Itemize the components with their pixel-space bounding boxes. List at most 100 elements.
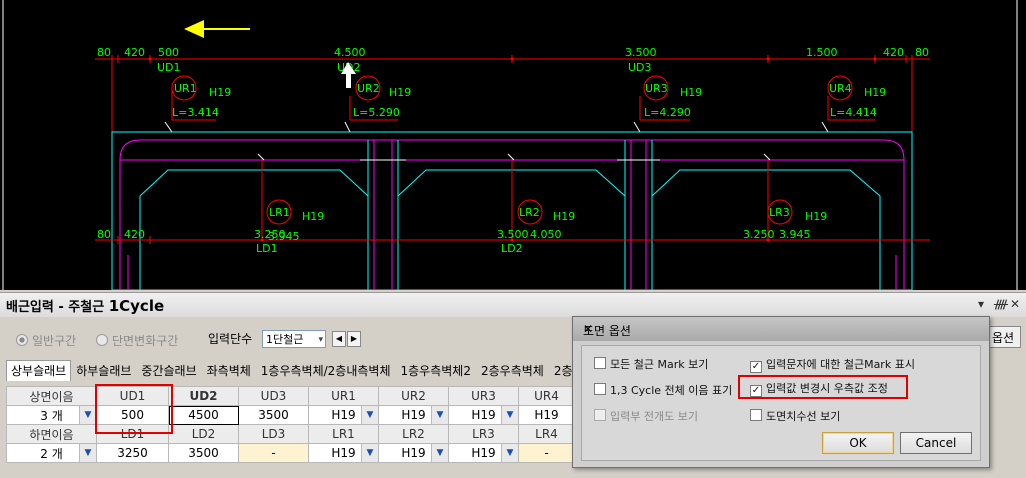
chevron-down-icon[interactable]: ▼: [361, 406, 378, 424]
close-icon[interactable]: ✕: [583, 322, 981, 336]
grid-header-cell: LD3: [238, 424, 309, 444]
cancel-button-label: Cancel: [915, 436, 957, 450]
ok-button[interactable]: OK: [822, 432, 894, 454]
lower-mark-bar: H19: [302, 210, 324, 223]
tab-1f-right-wall-2[interactable]: 1층우측벽체2: [396, 360, 476, 382]
ur1-select[interactable]: H19 ▼: [308, 405, 379, 425]
ur4-select[interactable]: H19: [518, 405, 575, 425]
joint-count-select[interactable]: 3 개 ▼: [6, 405, 97, 425]
chevron-down-icon[interactable]: ▼: [501, 406, 518, 424]
tab-lower-slab[interactable]: 하부슬래브: [71, 360, 136, 382]
radio-general-label: 일반구간: [32, 334, 77, 348]
checkbox-input-text-mark[interactable]: ✓ 입력문자에 대한 철근Mark 표시: [750, 356, 915, 373]
upper-mark-label: UR3: [645, 82, 668, 95]
tab-left-wall[interactable]: 좌측벽체: [202, 360, 256, 382]
grid-header-cell: UR2: [378, 386, 449, 406]
grid-header-cell: 하면이음: [6, 424, 97, 444]
panel-title-prefix: 배근입력 - 주철근: [6, 300, 105, 315]
radio-selected-icon: [16, 334, 28, 346]
bottom-zone-ld2: LD2: [501, 242, 523, 255]
member-tabs: 상부슬래브 하부슬래브 중간슬래브 좌측벽체 1층우측벽체/2층내측벽체 1층우측벽체2 2…: [6, 360, 606, 382]
tab-1f-right-wall[interactable]: 1층우측벽체/2층내측벽체: [256, 360, 396, 382]
cad-drawing-canvas: 80 420 500 4.500 3.500 1.500 420 80 UD1 …: [2, 0, 1018, 290]
dialog-body: 모든 철근 Mark 보기 ✓ 입력문자에 대한 철근Mark 표시 1,3 Cy…: [581, 345, 981, 461]
cancel-button[interactable]: Cancel: [900, 432, 972, 454]
bottom-zone-ld1: LD1: [256, 242, 278, 255]
ud1-cell[interactable]: 500: [96, 405, 169, 425]
grid-header-cell: LD1: [96, 424, 169, 444]
count-select[interactable]: 1단철근 ▾: [262, 330, 326, 348]
top-zone-ud3: UD3: [628, 61, 652, 74]
grid-header-cell: LR2: [378, 424, 449, 444]
lower-joint-count-select[interactable]: 2 개 ▼: [6, 443, 97, 463]
checkbox-dim-lines[interactable]: 도면치수선 보기: [750, 408, 840, 424]
chevron-down-icon[interactable]: ▼: [431, 444, 448, 462]
count-select-value: 1단철근: [266, 333, 304, 346]
ld1-cell[interactable]: 3250: [96, 443, 169, 463]
spin-right-button[interactable]: ▶: [347, 331, 361, 347]
tab-middle-slab[interactable]: 중간슬래브: [136, 360, 201, 382]
checkbox-cycle-joint[interactable]: 1,3 Cycle 전체 이음 표기: [594, 382, 732, 398]
ld3-cell[interactable]: -: [238, 443, 309, 463]
option-button[interactable]: 옵션: [985, 326, 1021, 348]
close-icon[interactable]: ✕: [1010, 297, 1020, 311]
pin-icon[interactable]: ᚎ: [994, 297, 1008, 311]
dialog-title-bar[interactable]: 도면 옵션 ✕: [573, 317, 989, 341]
radio-unselected-icon: [96, 334, 108, 346]
upper-mark-bar: H19: [680, 86, 702, 99]
spin-left-button[interactable]: ◀: [332, 331, 346, 347]
ld2-cell[interactable]: 3500: [168, 443, 239, 463]
bottom-dim-6: 3.250: [743, 228, 775, 241]
chevron-down-icon[interactable]: ▼: [79, 444, 96, 462]
top-dim-1: 80: [97, 46, 111, 59]
tab-upper-slab[interactable]: 상부슬래브: [6, 360, 72, 381]
radio-general-section[interactable]: 일반구간: [16, 332, 76, 349]
checkbox-all-marks-label: 모든 철근 Mark 보기: [610, 358, 709, 371]
checkbox-icon: [594, 409, 606, 421]
checkbox-adjust-right[interactable]: ✓ 입력값 변경시 우측값 조정: [750, 380, 888, 397]
grid-header-cell: LD2: [168, 424, 239, 444]
chevron-down-icon[interactable]: ▼: [361, 444, 378, 462]
checkbox-all-marks[interactable]: 모든 철근 Mark 보기: [594, 356, 708, 372]
chevron-down-icon[interactable]: ▼: [431, 406, 448, 424]
lr1-value: H19: [331, 446, 356, 460]
panel-title-cycle: 1Cycle: [108, 297, 165, 315]
ur4-value: H19: [534, 408, 559, 422]
lr3-select[interactable]: H19 ▼: [448, 443, 519, 463]
top-dim-4: 4.500: [334, 46, 366, 59]
ud2-cell[interactable]: 4500: [168, 405, 239, 425]
radio-section-change[interactable]: 단면변화구간: [96, 332, 178, 349]
dropdown-icon[interactable]: ▾: [978, 297, 984, 311]
option-button-label: 옵션: [991, 331, 1015, 345]
ud3-cell[interactable]: 3500: [238, 405, 309, 425]
upper-mark-length: L=4.290: [644, 106, 691, 119]
checkbox-icon: [750, 409, 762, 421]
direction-arrow-icon: [184, 20, 250, 38]
panel-title-bar: 배근입력 - 주철근 1Cycle ▾ ᚎ ✕: [0, 292, 1026, 317]
top-dim-6: 1.500: [806, 46, 838, 59]
drawing-options-dialog: 도면 옵션 ✕ 모든 철근 Mark 보기 ✓ 입력문자에 대한 철근Mark 표…: [572, 316, 990, 468]
lr4-cell[interactable]: -: [518, 443, 575, 463]
chevron-down-icon[interactable]: ▼: [501, 444, 518, 462]
grid-header-cell: LR4: [518, 424, 575, 444]
cad-drawing-area[interactable]: 80 420 500 4.500 3.500 1.500 420 80 UD1 …: [0, 0, 1026, 290]
lower-mark-bar: H19: [553, 210, 575, 223]
ok-button-label: OK: [849, 436, 867, 450]
chevron-down-icon[interactable]: ▼: [79, 406, 96, 424]
lr2-select[interactable]: H19 ▼: [378, 443, 449, 463]
grid-header-cell: UR1: [308, 386, 379, 406]
lower-joint-count-value: 2 개: [40, 446, 63, 461]
ur2-select[interactable]: H19 ▼: [378, 405, 449, 425]
ur3-select[interactable]: H19 ▼: [448, 405, 519, 425]
lr1-select[interactable]: H19 ▼: [308, 443, 379, 463]
table-row: 하면이음 LD1 LD2 LD3 LR1 LR2 LR3 LR4: [6, 424, 575, 444]
tab-2f-right-wall[interactable]: 2층우측벽체: [476, 360, 549, 382]
checkbox-input-expand[interactable]: 입력부 전개도 보기: [594, 408, 698, 424]
top-dim-7: 420: [883, 46, 904, 59]
upper-mark-length: L=3.414: [172, 106, 219, 119]
upper-mark-bar: H19: [389, 86, 411, 99]
checkbox-dim-lines-label: 도면치수선 보기: [766, 410, 841, 423]
top-zone-ud1: UD1: [157, 61, 181, 74]
lr3-value: H19: [471, 446, 496, 460]
bottom-dim-1: 80: [97, 228, 111, 241]
